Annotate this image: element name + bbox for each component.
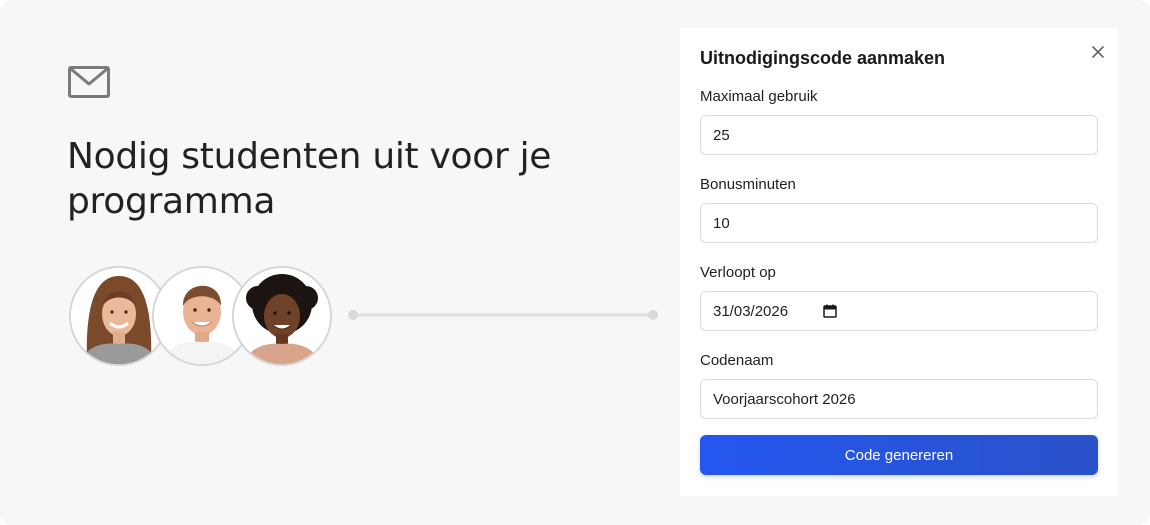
bonus-minutes-label: Bonusminuten <box>700 176 796 193</box>
bonus-minutes-value: 10 <box>713 214 730 232</box>
invite-code-panel: Uitnodigingscode aanmaken Maximaal gebru… <box>680 28 1118 496</box>
envelope-icon <box>68 66 110 98</box>
expires-date-input[interactable]: 31/03/2026 <box>700 291 1098 331</box>
code-name-label: Codenaam <box>700 352 774 369</box>
panel-title: Uitnodigingscode aanmaken <box>700 48 946 68</box>
progress-connector <box>348 310 658 320</box>
expires-label: Verloopt op <box>700 264 776 281</box>
expires-date-value: 31/03/2026 <box>713 302 789 320</box>
close-icon <box>1092 46 1104 58</box>
invite-card: Nodig studenten uit voor je programma Ui… <box>0 0 1150 525</box>
hero-headline: Nodig studenten uit voor je programma <box>67 136 552 222</box>
close-button[interactable] <box>1087 41 1109 63</box>
avatar-student-3 <box>232 266 332 366</box>
calendar-icon[interactable] <box>823 304 837 318</box>
code-name-value: Voorjaarscohort 2026 <box>713 390 856 408</box>
bonus-minutes-input[interactable]: 10 <box>700 203 1098 243</box>
max-use-input[interactable]: 25 <box>700 115 1098 155</box>
generate-code-button[interactable]: Code genereren <box>700 435 1098 475</box>
max-use-label: Maximaal gebruik <box>700 88 818 105</box>
code-name-input[interactable]: Voorjaarscohort 2026 <box>700 379 1098 419</box>
max-use-value: 25 <box>713 126 730 144</box>
